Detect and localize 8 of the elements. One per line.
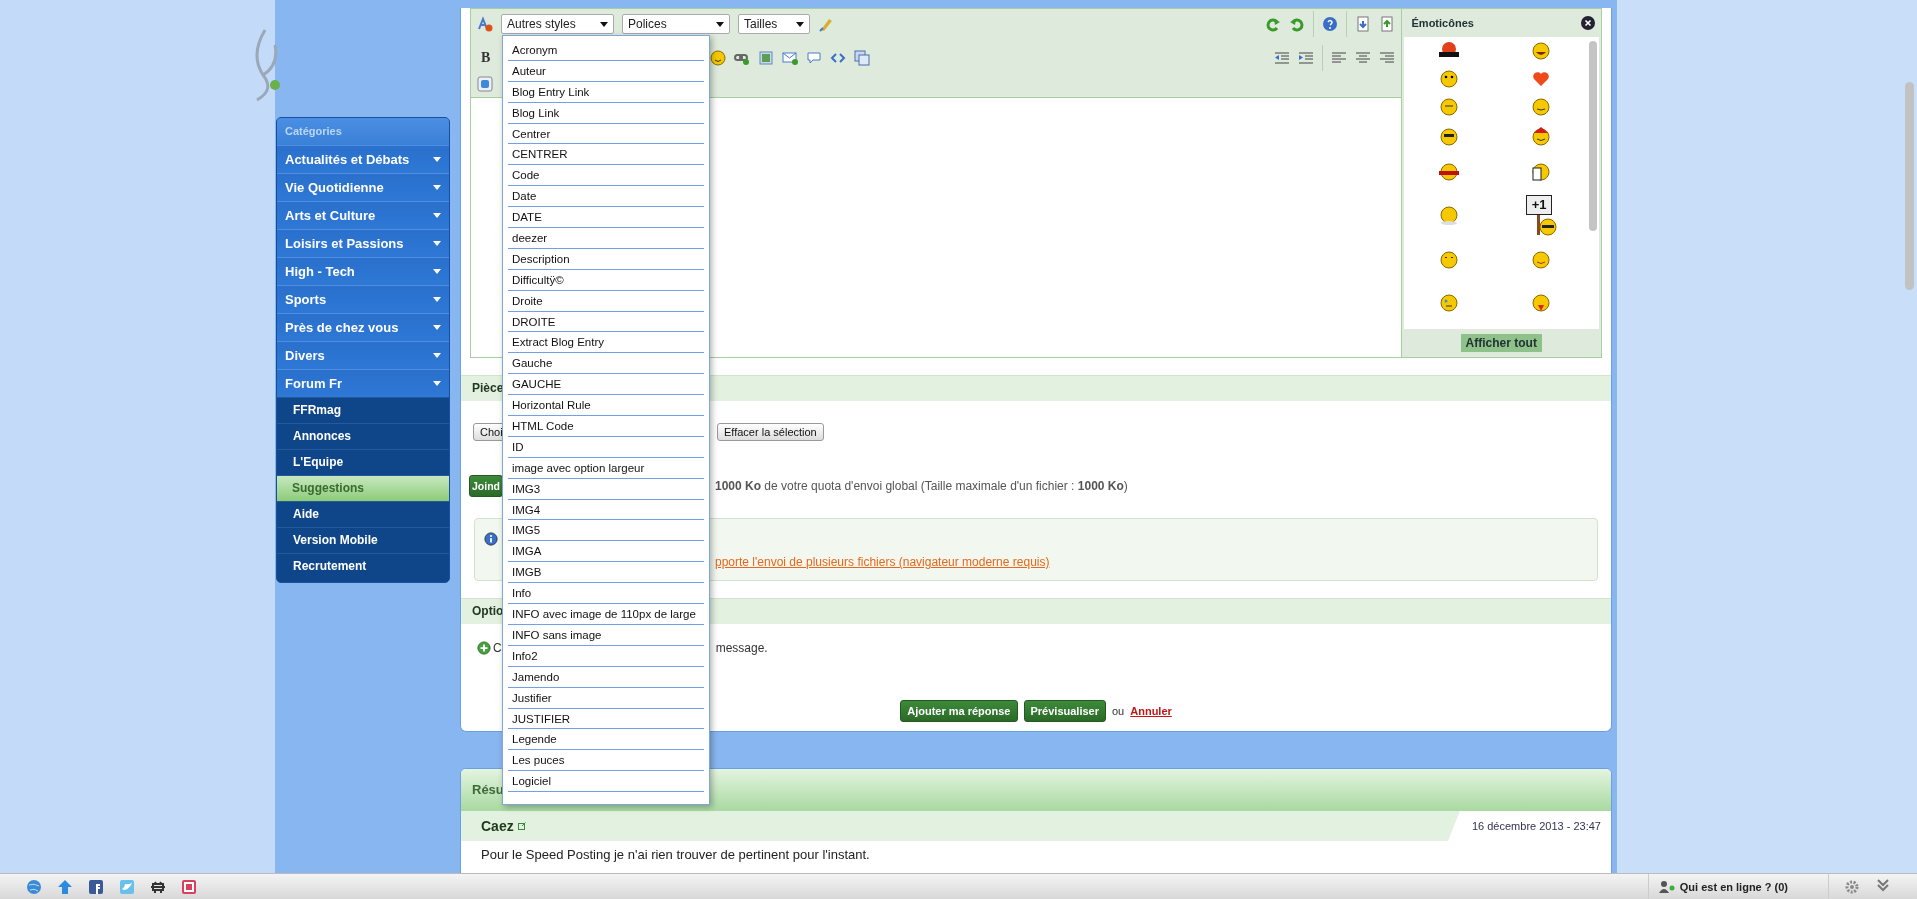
- post-text: Pour le Speed Posting je n'ai rien trouver de pertinent pour l'instant.: [480, 846, 871, 862]
- quota-text: 1000 Ko de votre quota d'envoi global (Taille maximale d'un fichier : 1000 Ko): [715, 479, 1128, 493]
- or-text: ou: [1112, 704, 1125, 717]
- sidebar-title: Catégories: [277, 118, 449, 145]
- post-date: 16 décembre 2013 - 23:47: [1447, 811, 1611, 841]
- option-text: C: [493, 641, 502, 655]
- panel-title: Émoticônes: [1411, 17, 1474, 29]
- option-text: message.: [715, 641, 768, 655]
